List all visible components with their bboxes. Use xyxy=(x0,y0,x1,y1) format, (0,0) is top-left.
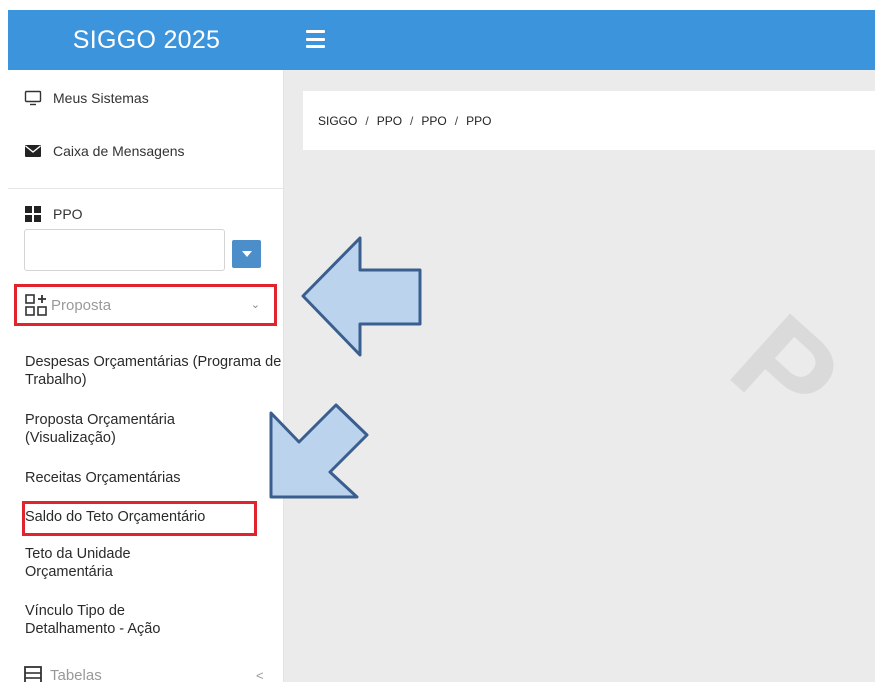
link-teto-unidade[interactable]: Teto da Unidade Orçamentária xyxy=(25,545,185,581)
ppo-dropdown-button[interactable] xyxy=(232,240,261,268)
breadcrumb-item[interactable]: SIGGO xyxy=(318,114,357,128)
chevron-down-icon: ⌄ xyxy=(250,299,260,311)
grid-icon xyxy=(24,206,42,222)
breadcrumb-separator: / xyxy=(365,113,369,128)
main-content: SIGGO / PPO / PPO / PPO P xyxy=(284,70,875,682)
sidebar-item-label: PPO xyxy=(53,206,83,222)
link-vinculo-tipo[interactable]: Vínculo Tipo de Detalhamento - Ação xyxy=(25,602,200,638)
monitor-icon xyxy=(24,90,42,106)
apps-add-icon xyxy=(25,294,47,316)
menu-proposta-label: Proposta xyxy=(51,296,112,314)
hamburger-icon[interactable] xyxy=(306,30,325,48)
menu-tabelas[interactable]: Tabelas < xyxy=(24,666,264,682)
link-receitas-orcamentarias[interactable]: Receitas Orçamentárias xyxy=(25,469,181,487)
link-proposta-orcamentaria[interactable]: Proposta Orçamentária (Visualização) xyxy=(25,411,225,447)
envelope-icon xyxy=(24,144,42,158)
sidebar-item-label: Caixa de Mensagens xyxy=(53,143,185,159)
sidebar-divider xyxy=(8,188,283,189)
sidebar-item-ppo[interactable]: PPO xyxy=(24,206,83,222)
breadcrumb-separator: / xyxy=(410,113,414,128)
table-icon xyxy=(24,666,42,682)
chevron-left-icon: < xyxy=(256,668,264,682)
sidebar-item-label: Meus Sistemas xyxy=(53,90,149,106)
sidebar-item-caixa-mensagens[interactable]: Caixa de Mensagens xyxy=(24,143,185,159)
menu-proposta[interactable]: Proposta ⌄ xyxy=(14,284,277,326)
ppo-select[interactable] xyxy=(24,229,225,271)
highlight-box xyxy=(22,501,257,536)
app-title[interactable]: SIGGO 2025 xyxy=(8,10,285,70)
sidebar-item-meus-sistemas[interactable]: Meus Sistemas xyxy=(24,90,149,106)
breadcrumb-item: PPO xyxy=(466,113,492,128)
breadcrumb-separator: / xyxy=(454,113,459,128)
top-header: SIGGO 2025 xyxy=(8,10,875,70)
link-despesas-orcamentarias[interactable]: Despesas Orçamentárias (Programa de Trab… xyxy=(25,353,283,389)
caret-down-icon xyxy=(241,251,252,257)
menu-tabelas-label: Tabelas xyxy=(50,666,102,682)
breadcrumb-item[interactable]: PPO xyxy=(421,114,446,128)
sidebar: Meus Sistemas Caixa de Mensagens PPO Pro… xyxy=(8,70,284,682)
breadcrumb: SIGGO / PPO / PPO / PPO xyxy=(303,91,875,150)
watermark: P xyxy=(704,286,868,454)
breadcrumb-item[interactable]: PPO xyxy=(377,114,402,128)
